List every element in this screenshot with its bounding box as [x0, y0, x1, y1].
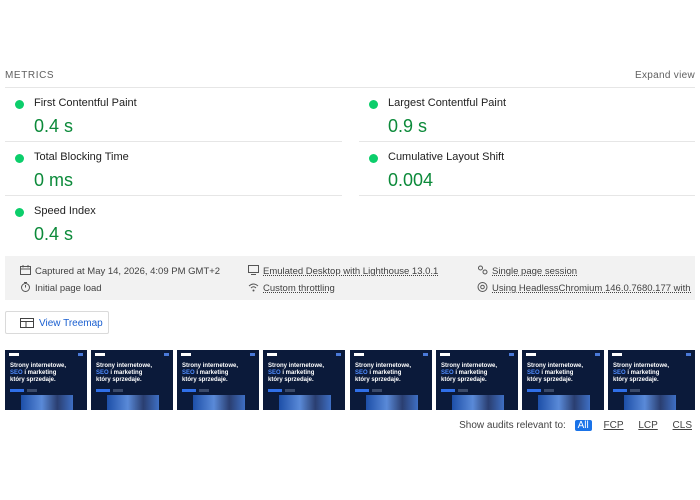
filmstrip-frame: Strony internetowe, SEO i marketing który …	[91, 350, 174, 410]
throttling-info: Custom throttling	[248, 282, 473, 294]
wifi-icon	[248, 283, 259, 292]
filmstrip: Strony internetowe, SEO i marketing który …	[5, 350, 695, 410]
frame-heading: Strony internetowe, SEO i marketing który …	[182, 363, 239, 383]
frame-heading: Strony internetowe, SEO i marketing który …	[268, 363, 325, 383]
site-logo	[9, 353, 19, 356]
frame-heading: Strony internetowe, SEO i marketing który …	[355, 363, 412, 383]
hero-image	[452, 395, 504, 410]
view-treemap-button[interactable]: View Treemap	[5, 311, 109, 334]
site-logo	[526, 353, 536, 356]
browser-link[interactable]: Using HeadlessChromium 146.0.7680.177 wi…	[492, 283, 691, 294]
audits-filter: Show audits relevant to: All FCP LCP CLS	[459, 420, 695, 434]
metric-value: 0.4 s	[34, 224, 74, 244]
filmstrip-frame: Strony internetowe, SEO i marketing który …	[608, 350, 695, 410]
metric-label: Cumulative Layout Shift	[388, 151, 505, 163]
site-logo	[267, 353, 277, 356]
metrics-header: METRICS Expand view	[5, 68, 695, 88]
session-info: Single page session	[477, 265, 691, 277]
hero-image	[107, 395, 159, 410]
site-logo	[612, 353, 622, 356]
emulation-info: Emulated Desktop with Lighthouse 13.0.1	[248, 265, 473, 277]
filter-chip-fcp[interactable]: FCP	[601, 420, 627, 431]
frame-heading: Strony internetowe, SEO i marketing który …	[10, 363, 67, 383]
calendar-icon	[20, 265, 31, 275]
metric-label: First Contentful Paint	[34, 97, 137, 109]
metric-label: Total Blocking Time	[34, 151, 129, 163]
pass-status-icon	[369, 154, 378, 163]
menu-icon	[336, 353, 341, 356]
metric-first-contentful-paint: First Contentful Paint 0.4 s	[5, 89, 342, 142]
menu-icon	[250, 353, 255, 356]
filmstrip-frame: Strony internetowe, SEO i marketing który …	[522, 350, 605, 410]
menu-icon	[595, 353, 600, 356]
filter-chip-lcp[interactable]: LCP	[635, 420, 660, 431]
filmstrip-frame: Strony internetowe, SEO i marketing który …	[177, 350, 260, 410]
emulation-link[interactable]: Emulated Desktop with Lighthouse 13.0.1	[263, 266, 438, 277]
session-icon	[478, 265, 488, 275]
filmstrip-frame: Strony internetowe, SEO i marketing który …	[5, 350, 88, 410]
metric-label: Speed Index	[34, 205, 96, 217]
captured-text: Captured at May 14, 2026, 4:09 PM GMT+2	[35, 266, 221, 277]
browser-info: Using HeadlessChromium 146.0.7680.177 wi…	[477, 282, 691, 294]
hero-image	[366, 395, 418, 410]
expand-view-toggle[interactable]: Expand view	[635, 70, 695, 81]
captured-info: Captured at May 14, 2026, 4:09 PM GMT+2	[20, 265, 240, 277]
menu-icon	[686, 353, 691, 356]
filter-chip-cls[interactable]: CLS	[670, 420, 695, 431]
view-treemap-label: View Treemap	[39, 318, 103, 329]
metric-largest-contentful-paint: Largest Contentful Paint 0.9 s	[359, 89, 695, 142]
hero-image	[624, 395, 676, 410]
frame-heading: Strony internetowe, SEO i marketing który …	[96, 363, 153, 383]
menu-icon	[78, 353, 83, 356]
hero-image	[279, 395, 331, 410]
initial-load-info: Initial page load	[20, 282, 240, 294]
metric-value: 0 ms	[34, 170, 74, 190]
filter-chip-all[interactable]: All	[574, 420, 592, 431]
session-link[interactable]: Single page session	[492, 266, 577, 277]
metric-total-blocking-time: Total Blocking Time 0 ms	[5, 143, 342, 196]
audits-filter-label: Show audits relevant to:	[459, 420, 566, 431]
frame-heading: Strony internetowe, SEO i marketing który …	[613, 363, 670, 383]
metric-value: 0.9 s	[388, 116, 428, 136]
menu-icon	[164, 353, 169, 356]
timer-icon	[21, 282, 30, 292]
hero-image	[21, 395, 73, 410]
metric-speed-index: Speed Index 0.4 s	[5, 197, 342, 250]
pass-status-icon	[15, 100, 24, 109]
hero-image	[193, 395, 245, 410]
filmstrip-frame: Strony internetowe, SEO i marketing który …	[436, 350, 519, 410]
hero-image	[538, 395, 590, 410]
menu-icon	[423, 353, 428, 356]
pass-status-icon	[369, 100, 378, 109]
metric-label: Largest Contentful Paint	[388, 97, 507, 109]
site-logo	[354, 353, 364, 356]
treemap-icon	[20, 318, 34, 328]
pass-status-icon	[15, 154, 24, 163]
run-info-panel: Captured at May 14, 2026, 4:09 PM GMT+2 …	[5, 256, 695, 300]
metrics-title: METRICS	[5, 70, 55, 81]
desktop-icon	[248, 265, 259, 275]
site-logo	[440, 353, 450, 356]
pass-status-icon	[15, 208, 24, 217]
metric-value: 0.4 s	[34, 116, 74, 136]
site-logo	[181, 353, 191, 356]
filmstrip-frame: Strony internetowe, SEO i marketing który …	[263, 350, 346, 410]
chrome-icon	[477, 282, 488, 292]
throttling-link[interactable]: Custom throttling	[263, 283, 335, 294]
metric-value: 0.004	[388, 170, 434, 190]
frame-heading: Strony internetowe, SEO i marketing który …	[441, 363, 498, 383]
filmstrip-frame: Strony internetowe, SEO i marketing który …	[350, 350, 433, 410]
metric-cumulative-layout-shift: Cumulative Layout Shift 0.004	[359, 143, 695, 196]
initial-load-text: Initial page load	[35, 283, 102, 294]
site-logo	[95, 353, 105, 356]
frame-heading: Strony internetowe, SEO i marketing który …	[527, 363, 584, 383]
menu-icon	[509, 353, 514, 356]
